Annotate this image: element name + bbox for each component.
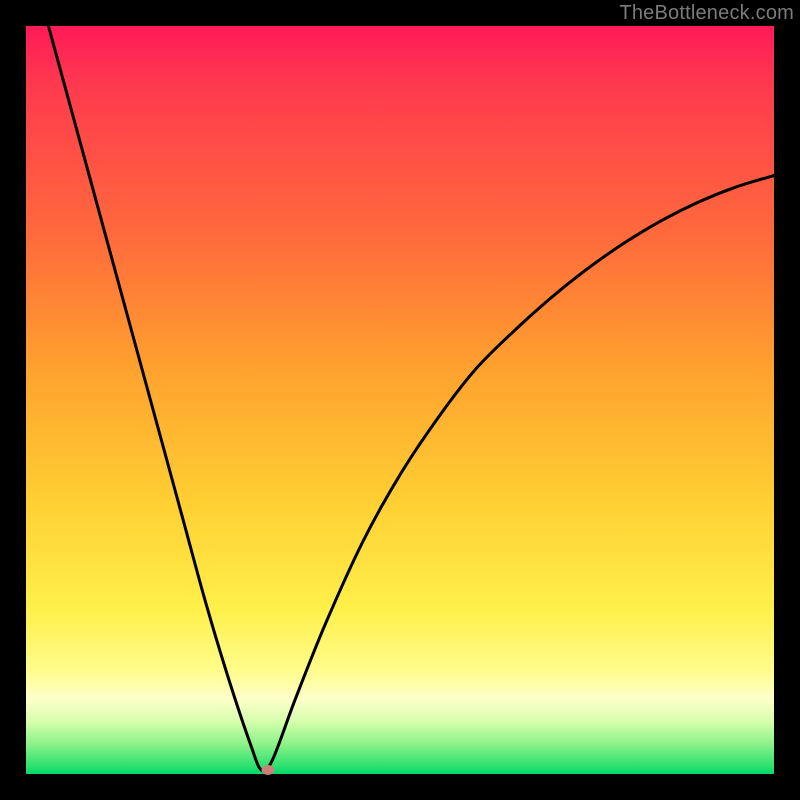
chart-frame: TheBottleneck.com	[0, 0, 800, 800]
watermark-text: TheBottleneck.com	[619, 2, 794, 25]
bottleneck-curve	[26, 26, 774, 774]
plot-area	[26, 26, 774, 774]
minimum-marker	[261, 765, 274, 775]
